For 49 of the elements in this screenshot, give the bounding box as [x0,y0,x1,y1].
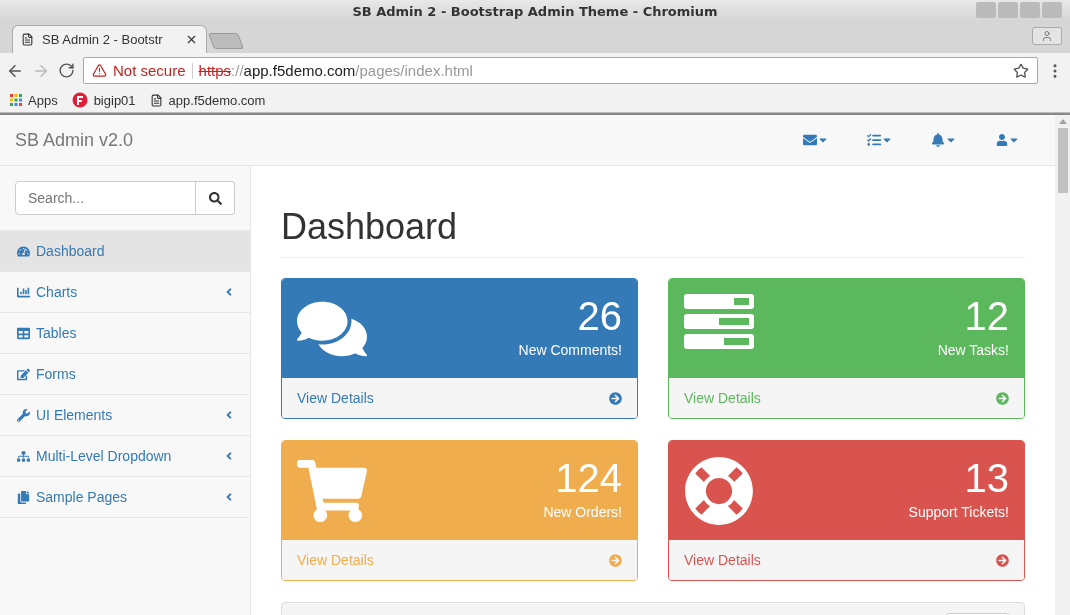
life-ring-icon [684,456,754,526]
reload-icon[interactable] [58,62,75,79]
stat-label: New Tasks! [937,342,1009,358]
page-title: Dashboard [281,206,1025,258]
grid-icon [10,94,22,106]
bookmark-link[interactable]: bigip01 [71,92,136,108]
sitemap-icon [17,449,30,463]
star-icon[interactable] [1013,62,1029,79]
tasks-icon [684,294,754,350]
edit-icon [17,367,30,381]
address-field[interactable]: Not secure https://app.f5demo.com/pages/index.html [83,57,1038,84]
view-details-link[interactable]: View Details [669,378,1024,418]
stat-count: 26 [577,294,622,338]
search-button[interactable] [196,181,235,215]
envelope-icon [803,133,817,147]
brand-link[interactable]: SB Admin v2.0 [15,129,784,151]
view-details-link[interactable]: View Details [282,378,637,418]
stat-count: 124 [555,456,622,500]
bell-icon [931,133,945,147]
security-label: Not secure [113,62,186,79]
bookmark-link[interactable]: Apps [10,92,58,108]
stat-count: 12 [964,294,1009,338]
wrench-icon [17,408,30,422]
close-icon[interactable] [185,33,198,46]
browser-tab[interactable]: SB Admin 2 - Bootstr [12,25,207,53]
warning-icon [92,63,107,78]
sidebar-item[interactable]: Dashboard [0,231,250,272]
url-text: https://app.f5demo.com/pages/index.html [198,62,473,79]
user-icon [1041,30,1053,42]
search-icon [208,191,222,205]
table-icon [17,326,30,340]
window-title: SB Admin 2 - Bootstrap Admin Theme - Chromium [352,3,718,19]
list-icon [867,133,881,147]
search-field[interactable]: Search... [15,181,196,215]
bar-chart-icon [17,285,30,299]
profile-button[interactable] [1032,27,1062,45]
scrollbar[interactable] [1055,115,1070,615]
page-icon [21,33,34,46]
stat-label: New Comments! [518,342,622,358]
view-details-link[interactable]: View Details [669,540,1024,580]
bookmark-link[interactable]: app.f5demo.com [149,92,266,108]
stat-count: 13 [964,456,1009,500]
stat-label: New Orders! [543,504,622,520]
page-icon [149,93,163,107]
logo-icon [71,92,88,108]
dashboard-icon [17,244,30,258]
copy-icon [17,490,30,504]
user-icon [996,134,1008,146]
stat-label: Support Tickets! [908,504,1009,520]
